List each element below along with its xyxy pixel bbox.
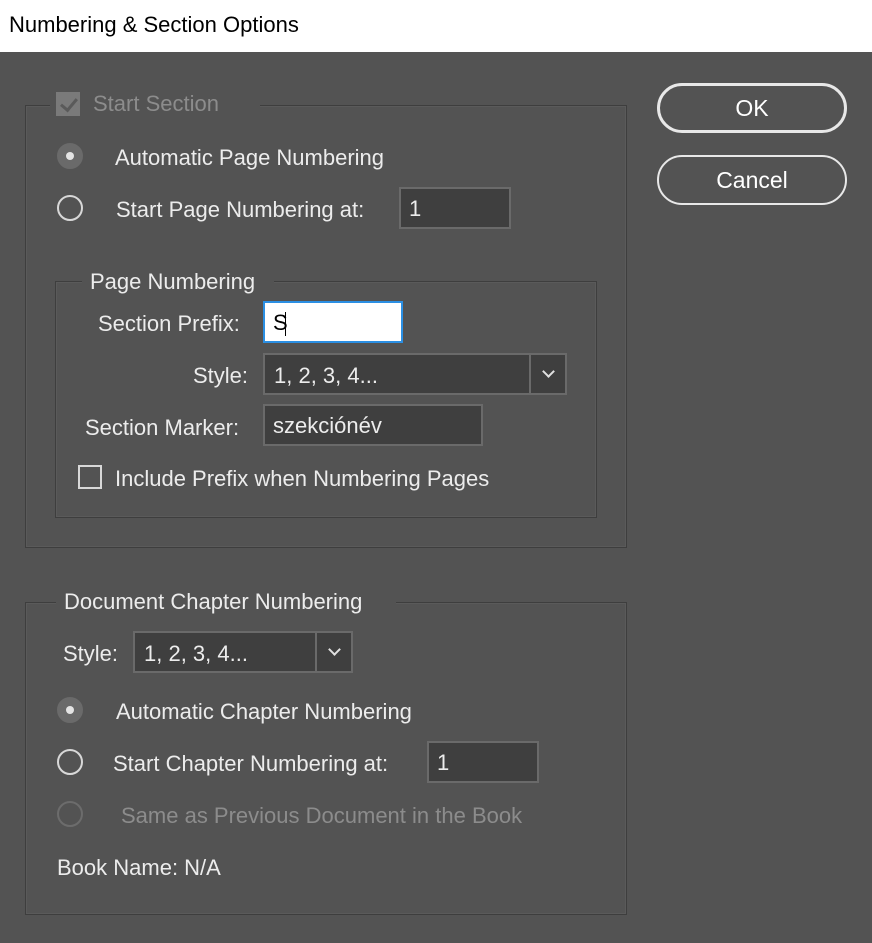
page-style-value: 1, 2, 3, 4... <box>274 363 378 388</box>
same-as-previous-radio[interactable] <box>57 801 83 827</box>
auto-page-numbering-radio[interactable] <box>57 143 83 169</box>
auto-page-numbering-label: Automatic Page Numbering <box>115 145 385 170</box>
auto-chapter-numbering-label: Automatic Chapter Numbering <box>116 699 412 724</box>
section-prefix-label: Section Prefix: <box>98 311 240 336</box>
page-style-select[interactable]: 1, 2, 3, 4... <box>263 353 567 395</box>
page-numbering-legend: Page Numbering <box>90 269 256 294</box>
section-marker-label: Section Marker: <box>85 415 240 440</box>
start-section-checkbox[interactable] <box>56 92 80 116</box>
cancel-button[interactable]: Cancel <box>657 155 847 205</box>
chapter-numbering-legend: Document Chapter Numbering <box>64 589 363 614</box>
include-prefix-checkbox[interactable] <box>78 465 102 489</box>
chapter-style-label: Style: <box>63 641 119 666</box>
start-page-numbering-radio[interactable] <box>57 195 83 221</box>
window-title: Numbering & Section Options <box>9 12 299 37</box>
section-marker-input[interactable]: szekciónév <box>263 404 483 446</box>
auto-chapter-numbering-radio[interactable] <box>57 697 83 723</box>
chapter-style-select[interactable]: 1, 2, 3, 4... <box>133 631 353 673</box>
chevron-down-icon[interactable] <box>529 355 565 393</box>
book-name-label: Book Name: N/A <box>57 855 221 880</box>
start-section-label: Start Section <box>93 91 219 116</box>
start-chapter-number-input[interactable]: 1 <box>427 741 539 783</box>
ok-button[interactable]: OK <box>657 83 847 133</box>
same-as-previous-label: Same as Previous Document in the Book <box>121 803 523 828</box>
chapter-style-value: 1, 2, 3, 4... <box>144 641 248 666</box>
start-chapter-numbering-radio[interactable] <box>57 749 83 775</box>
include-prefix-label: Include Prefix when Numbering Pages <box>115 466 490 491</box>
start-page-number-input[interactable]: 1 <box>399 187 511 229</box>
chevron-down-icon[interactable] <box>315 633 351 671</box>
start-chapter-numbering-label: Start Chapter Numbering at: <box>113 751 389 776</box>
page-style-label: Style: <box>193 363 249 388</box>
section-prefix-input[interactable]: S <box>263 301 403 343</box>
start-page-numbering-label: Start Page Numbering at: <box>116 197 365 222</box>
title-bar: Numbering & Section Options <box>0 0 872 52</box>
